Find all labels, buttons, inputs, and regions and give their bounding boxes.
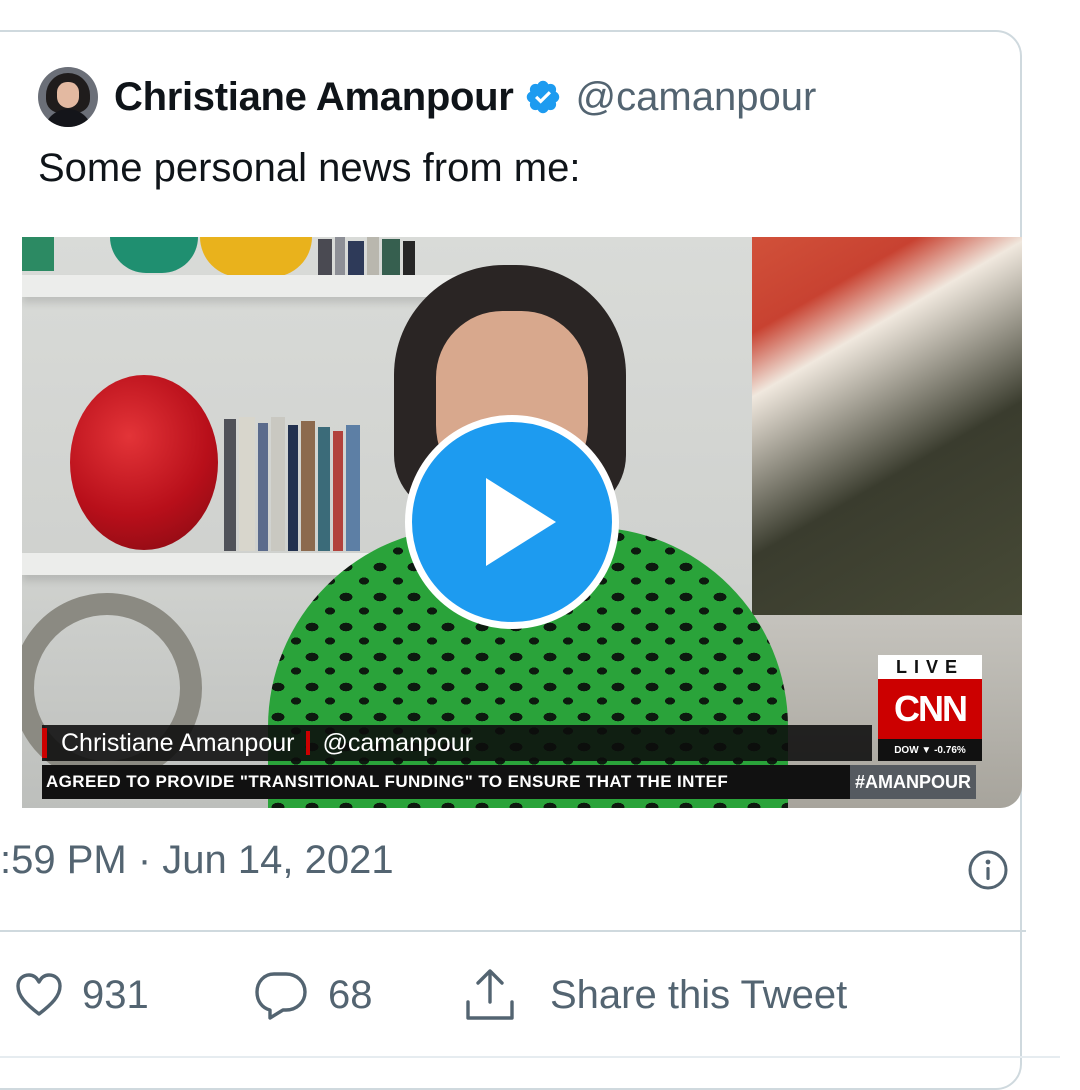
tweet-actions: 931 68 Share this Tweet bbox=[0, 962, 1030, 1028]
reply-button[interactable]: 68 bbox=[252, 962, 373, 1028]
play-icon bbox=[486, 478, 556, 566]
show-hashtag: #AMANPOUR bbox=[850, 765, 976, 799]
news-ticker: AGREED TO PROVIDE "TRANSITIONAL FUNDING"… bbox=[42, 765, 854, 799]
reply-icon bbox=[255, 972, 307, 1020]
play-button[interactable] bbox=[405, 415, 619, 629]
share-button[interactable]: Share this Tweet bbox=[460, 962, 847, 1028]
lower-third: Christiane Amanpour @camanpour AGREED TO… bbox=[22, 721, 1022, 808]
video-player[interactable]: LIVE CNN DOW ▼ -0.76% Christiane Amanpou… bbox=[22, 237, 1022, 808]
like-button[interactable]: 931 bbox=[14, 962, 149, 1028]
painting bbox=[752, 237, 1022, 615]
reply-count: 68 bbox=[328, 972, 373, 1017]
tweet-header: Christiane Amanpour @camanpour bbox=[38, 66, 816, 128]
author-handle[interactable]: @camanpour bbox=[576, 75, 817, 120]
heart-icon bbox=[16, 973, 62, 1016]
like-count: 931 bbox=[82, 972, 149, 1017]
share-label: Share this Tweet bbox=[550, 972, 848, 1017]
avatar[interactable] bbox=[38, 67, 98, 127]
lower-third-name: Christiane Amanpour bbox=[61, 728, 295, 757]
red-vase bbox=[70, 375, 218, 550]
bottom-border bbox=[0, 1056, 1060, 1058]
share-icon bbox=[466, 969, 514, 1020]
tweet-timestamp[interactable]: :59 PM · Jun 14, 2021 bbox=[0, 838, 394, 883]
info-icon[interactable] bbox=[966, 848, 1010, 892]
verified-badge-icon bbox=[526, 80, 559, 114]
live-badge: LIVE bbox=[878, 655, 982, 679]
tweet-text: Some personal news from me: bbox=[38, 146, 581, 190]
lower-third-handle: @camanpour bbox=[322, 728, 473, 757]
divider bbox=[0, 930, 1026, 932]
author-name[interactable]: Christiane Amanpour bbox=[114, 75, 514, 120]
